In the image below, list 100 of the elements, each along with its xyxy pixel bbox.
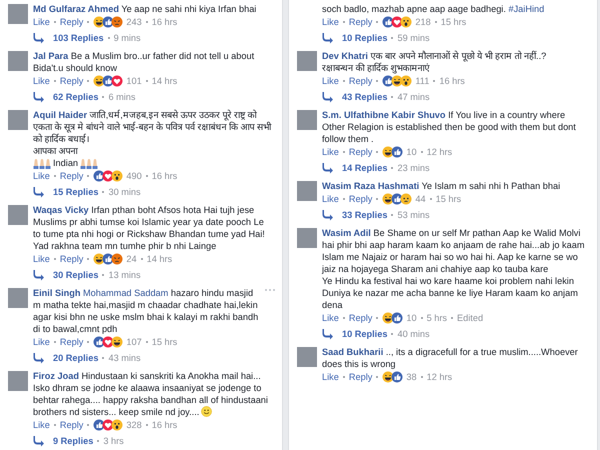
like-link[interactable]: Like bbox=[33, 75, 50, 87]
reply-link[interactable]: Reply bbox=[60, 75, 84, 87]
avatar-photo bbox=[8, 51, 28, 71]
mention-link[interactable]: Mohammad Saddam bbox=[83, 288, 168, 298]
timestamp: 40 mins bbox=[397, 328, 430, 340]
commenter-name[interactable]: Md Gulfaraz Ahmed bbox=[33, 4, 119, 14]
commenter-name[interactable]: Aquil Haider bbox=[33, 110, 88, 120]
reply-link[interactable]: Reply bbox=[348, 16, 372, 28]
reaction-count: 101 bbox=[126, 75, 142, 87]
reply-link[interactable]: Reply bbox=[60, 253, 84, 265]
reaction-count: 44 bbox=[415, 193, 426, 205]
reply-arrow-icon bbox=[33, 352, 45, 364]
reply-link[interactable]: Reply bbox=[348, 312, 372, 324]
reply-arrow-icon bbox=[33, 32, 45, 44]
like-link[interactable]: Like bbox=[322, 193, 339, 205]
timestamp: 16 hrs bbox=[152, 16, 178, 28]
replies-link[interactable]: 10 Replies bbox=[342, 328, 388, 340]
replies-link[interactable]: 20 Replies bbox=[53, 352, 98, 364]
comment-text: Aquil Haider जाति,धर्म,मजहब,इन सबसे ऊपर उठकर पूरे राष्ट्र को एकता के सूत्र मे बांधने वाले भाई-बहन के पवित्र पर्व रक्षाबंधन कि आप सभी को हार्दिक बधाई। आपका अपना bbox=[33, 109, 272, 157]
timestamp: 12 hrs bbox=[426, 371, 452, 383]
commenter-name[interactable]: Dev Khatri bbox=[322, 51, 368, 61]
reaction-count: 243 bbox=[126, 16, 142, 28]
reply-link[interactable]: Reply bbox=[60, 170, 84, 182]
like-link[interactable]: Like bbox=[33, 253, 50, 265]
replies-link[interactable]: 10 Replies bbox=[342, 32, 388, 44]
like-link[interactable]: Like bbox=[33, 16, 50, 28]
replies-link[interactable]: 30 Replies bbox=[53, 269, 98, 281]
reply-link[interactable]: Reply bbox=[60, 16, 84, 28]
comment-text: S.m. Ulfathibne Kabir Shuvo If You live in a country where Other Relagion is established then be good with them but dont follow them . bbox=[322, 109, 577, 145]
avatar-photo bbox=[297, 181, 317, 201]
reply-arrow-icon bbox=[322, 209, 334, 221]
hashtag-link[interactable]: #JaiHind bbox=[508, 4, 544, 14]
timestamp: 14 hrs bbox=[152, 75, 178, 87]
timestamp: 15 hrs bbox=[152, 336, 178, 348]
timestamp: 47 mins bbox=[397, 91, 430, 103]
timestamp: 16 hrs bbox=[152, 170, 178, 182]
reply-link[interactable]: Reply bbox=[348, 146, 372, 158]
replies-link[interactable]: 9 Replies bbox=[53, 435, 94, 447]
avatar-photo bbox=[8, 205, 28, 225]
comment-text: soch badlo, mazhab apne aap aage badhegi. #JaiHind bbox=[322, 3, 546, 15]
avatar-photo bbox=[8, 288, 28, 308]
timestamp: 30 mins bbox=[108, 186, 141, 198]
reply-link[interactable]: Reply bbox=[348, 193, 372, 205]
comment-text: Einil Singh Mohammad Saddam hazaro hindu masjid m matha tekte hai,masjid m chaadar chadhate hai,lekin agar kisi bhn ne uske mslm bhai k kalayi m rakhi bandh di to bawal,cmnt pdh bbox=[33, 287, 260, 335]
avatar-photo bbox=[8, 110, 28, 130]
avatar-photo bbox=[297, 110, 317, 130]
comment-text: Dev Khatri एक बार अपने मौलानाओं से पूछो ये भी हराम तो नहीं..? रक्षाबन्धन की हार्दिक शुभकामनाएं bbox=[322, 50, 548, 74]
timestamp: 16 hrs bbox=[439, 75, 465, 87]
avatar-photo bbox=[8, 371, 28, 391]
replies-link[interactable]: 14 Replies bbox=[342, 162, 388, 174]
timestamp: 16 hrs bbox=[152, 419, 178, 431]
replies-link[interactable]: 62 Replies bbox=[53, 91, 98, 103]
replies-link[interactable]: 43 Replies bbox=[342, 91, 388, 103]
reaction-count: 38 bbox=[406, 371, 417, 383]
commenter-name[interactable]: Waqas Vicky bbox=[33, 205, 89, 215]
commenter-name[interactable]: S.m. Ulfathibne Kabir Shuvo bbox=[322, 110, 446, 120]
reaction-count: 111 bbox=[415, 75, 430, 87]
reply-arrow-icon bbox=[33, 91, 45, 103]
avatar-photo bbox=[297, 228, 317, 248]
reaction-count: 490 bbox=[126, 170, 142, 182]
more-options-icon[interactable] bbox=[264, 288, 276, 292]
commenter-name[interactable]: Firoz Joad bbox=[33, 371, 79, 381]
comment-text: Saad Bukharii .., its a digracefull for a true muslim.....Whoever does this is wrong bbox=[322, 346, 579, 370]
like-link[interactable]: Like bbox=[322, 75, 339, 87]
avatar-photo bbox=[8, 4, 28, 24]
reply-link[interactable]: Reply bbox=[60, 336, 84, 348]
commenter-name[interactable]: Saad Bukharii bbox=[322, 347, 384, 357]
timestamp: 12 hrs bbox=[426, 146, 452, 158]
comment-text: Firoz Joad Hindustaan ki sanskriti ka Anokha mail hai... Isko dhram se jodne ke alaawa insaaniyat se jodenge to behtar rahega.... happy raksha bandhan all of hindustaani brothers nd sisters... keep smile nd joy.... bbox=[33, 370, 269, 418]
replies-link[interactable]: 103 Replies bbox=[53, 32, 104, 44]
timestamp: 13 mins bbox=[108, 269, 141, 281]
replies-link[interactable]: 15 Replies bbox=[53, 186, 98, 198]
like-link[interactable]: Like bbox=[33, 419, 50, 431]
timestamp: 43 mins bbox=[108, 352, 141, 364]
like-link[interactable]: Like bbox=[322, 146, 339, 158]
timestamp: 14 hrs bbox=[146, 253, 172, 265]
like-link[interactable]: Like bbox=[33, 336, 50, 348]
edited-label: Edited bbox=[457, 312, 484, 324]
commenter-name[interactable]: Wasim Adil bbox=[322, 228, 371, 238]
like-link[interactable]: Like bbox=[33, 170, 50, 182]
timestamp: 9 mins bbox=[114, 32, 141, 44]
timestamp: 15 hrs bbox=[436, 193, 462, 205]
replies-link[interactable]: 33 Replies bbox=[342, 209, 388, 221]
like-link[interactable]: Like bbox=[322, 371, 339, 383]
commenter-name[interactable]: Jal Para bbox=[33, 51, 68, 61]
reaction-count: 218 bbox=[415, 16, 431, 28]
like-link[interactable]: Like bbox=[322, 16, 339, 28]
folded-hands-icon bbox=[33, 158, 51, 168]
timestamp: 3 hrs bbox=[103, 435, 124, 447]
reply-link[interactable]: Reply bbox=[348, 75, 372, 87]
reply-arrow-icon bbox=[33, 186, 45, 198]
like-link[interactable]: Like bbox=[322, 312, 339, 324]
commenter-name[interactable]: Einil Singh bbox=[33, 288, 80, 298]
commenter-name[interactable]: Wasim Raza Hashmati bbox=[322, 181, 420, 191]
comment-text: Waqas Vicky Irfan pthan boht Afsos hota Hai tujh jese Muslims pr abhi tumse koi Islamic year ya date pooch Le to tume pta nhi hogi or Rickshaw Bhandan tume yad Hai! Yad rakhna team mn tumhe phir b nhi Lainge bbox=[33, 204, 266, 252]
reaction-count: 328 bbox=[126, 419, 142, 431]
reaction-count: 10 bbox=[406, 312, 417, 324]
reply-link[interactable]: Reply bbox=[348, 371, 372, 383]
reply-link[interactable]: Reply bbox=[60, 419, 84, 431]
comment-text: Wasim Adil Be Shame on ur self Mr pathan Aap ke Walid Molvi hai phir bhi aap haram kaam ko anjaam de rahe hai...ab jo kaam Islam me Najaiz or haram hai so wo hai hi. Aap ke karne se wo jaiz na hojayega Sharam ani chahiye aap ko tauba kare Ye Hindu ka festival hai wo kare haame koi problem nahi lekin Duniya ke nazar me acha banne ke liye Haram kaam ko anjam dena bbox=[322, 227, 586, 311]
